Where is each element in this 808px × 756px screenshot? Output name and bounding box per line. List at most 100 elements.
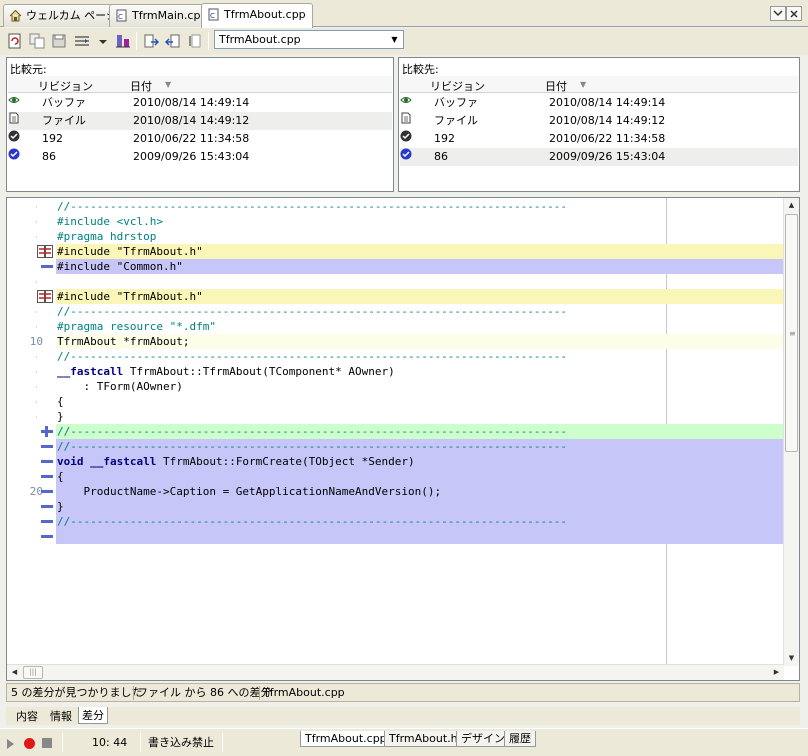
tab-diff[interactable]: 差分 (78, 707, 108, 724)
gutter-line: · (7, 364, 55, 379)
revision-date: 2010/06/22 11:34:58 (549, 132, 666, 145)
next-diff-button[interactable] (142, 32, 160, 50)
code-line[interactable]: { (56, 469, 784, 484)
check-blue-icon (400, 148, 412, 160)
vertical-scrollbar[interactable]: ▲ ≡ ▼ (783, 198, 799, 666)
code-line[interactable] (56, 274, 784, 289)
revision-name: バッファ (434, 96, 478, 109)
save-button[interactable] (50, 32, 68, 50)
code-line[interactable]: __fastcall TfrmAbout::TfrmAbout(TCompone… (56, 364, 784, 379)
tab-tfrmabout-cpp[interactable]: C TfrmAbout.cpp (201, 3, 313, 28)
revision-row[interactable]: 192 2010/06/22 11:34:58 (400, 130, 798, 148)
code-line[interactable]: void __fastcall TfrmAbout::FormCreate(TO… (56, 454, 784, 469)
gutter-line: · (7, 229, 55, 244)
code-line[interactable]: //--------------------------------------… (56, 304, 784, 319)
tab-list-button[interactable] (770, 6, 786, 21)
revision-date: 2010/08/14 14:49:14 (133, 96, 250, 109)
code-line[interactable]: #include "Common.h" (56, 259, 784, 274)
code-line[interactable]: //--------------------------------------… (56, 199, 784, 214)
revision-name: ファイル (434, 114, 478, 127)
code-line[interactable]: TfrmAbout *frmAbout; (56, 334, 784, 349)
scroll-thumb[interactable]: ≡ (785, 214, 798, 452)
file-icon (401, 112, 411, 124)
code-line[interactable]: //--------------------------------------… (56, 349, 784, 364)
file-tab-history[interactable]: 履歴 (504, 731, 536, 747)
revision-row[interactable]: ファイル 2010/08/14 14:49:12 (400, 112, 798, 130)
revision-date: 2010/08/14 14:49:14 (549, 96, 666, 109)
deleted-line-icon (41, 505, 53, 508)
file-tab-header[interactable]: TfrmAbout.h (384, 731, 463, 747)
code-keyword: void __fastcall (57, 455, 157, 468)
code-area[interactable]: //--------------------------------------… (56, 198, 784, 666)
gutter-dot: · (35, 308, 38, 317)
close-tab-button[interactable] (786, 6, 802, 21)
play-macro-icon[interactable] (7, 739, 14, 749)
tab-label: 差分 (82, 709, 104, 722)
tab-info[interactable]: 情報 (46, 707, 76, 724)
view-mode-button[interactable] (114, 32, 132, 50)
revision-row[interactable]: 86 2009/09/26 15:43:04 (8, 148, 392, 166)
column-header-revision[interactable]: リビジョン (430, 78, 485, 94)
code-line[interactable]: #include "TfrmAbout.h" (56, 289, 784, 304)
toolbar-separator (208, 32, 209, 50)
prev-diff-button[interactable] (164, 32, 182, 50)
chevron-down-icon[interactable]: ▼ (387, 32, 402, 47)
code-line[interactable]: #include <vcl.h> (56, 214, 784, 229)
code-line[interactable]: ProductName->Caption = GetApplicationNam… (56, 484, 784, 499)
tab-contents[interactable]: 内容 (12, 707, 42, 724)
code-line[interactable]: : TForm(AOwner) (56, 379, 784, 394)
revision-row[interactable]: 86 2009/09/26 15:43:04 (400, 148, 798, 166)
file-tab-design[interactable]: デザイン (456, 731, 510, 747)
code-line[interactable]: { (56, 394, 784, 409)
column-header-date[interactable]: 日付 (545, 78, 567, 94)
deleted-line-icon (41, 520, 53, 523)
file-select[interactable]: TfrmAbout.cpp ▼ (214, 30, 404, 49)
code-line[interactable] (56, 529, 784, 544)
gutter-line: 10 (7, 334, 55, 349)
horizontal-scrollbar[interactable]: ◀ ||| ▶ (7, 664, 784, 680)
line-number: 10 (29, 335, 43, 348)
code-line[interactable]: } (56, 409, 784, 424)
file-tab-cpp[interactable]: TfrmAbout.cpp (300, 731, 392, 747)
column-header-date[interactable]: 日付 (130, 78, 152, 94)
tab-label: TfrmAbout.cpp (224, 8, 306, 21)
tab-welcome-page[interactable]: ウェルカム ページ (3, 4, 124, 27)
panel-title: 比較元: (10, 63, 47, 76)
copy-button[interactable] (28, 32, 46, 50)
code-line[interactable]: //--------------------------------------… (56, 439, 784, 454)
copy-icon (29, 33, 45, 49)
revision-row[interactable]: ファイル 2010/08/14 14:49:12 (8, 112, 392, 130)
deleted-line-icon (41, 490, 53, 493)
scroll-right-arrow-icon[interactable]: ▶ (769, 665, 784, 680)
scroll-left-arrow-icon[interactable]: ◀ (7, 665, 22, 680)
tab-tfrmmain-cpp[interactable]: C TfrmMain.cpp (109, 4, 215, 27)
code-line[interactable]: //--------------------------------------… (56, 424, 784, 439)
revision-row[interactable]: 192 2010/06/22 11:34:58 (8, 130, 392, 148)
code-line[interactable]: //--------------------------------------… (56, 514, 784, 529)
revision-row[interactable]: バッファ 2010/08/14 14:49:14 (8, 94, 392, 112)
tab-label: 履歴 (509, 732, 531, 745)
revision-row[interactable]: バッファ 2010/08/14 14:49:14 (400, 94, 798, 112)
tab-label: 情報 (50, 710, 72, 723)
status-file-name: TfrmAbout.cpp (263, 686, 345, 699)
options-button[interactable] (73, 32, 91, 50)
gutter-line (7, 499, 55, 514)
refresh-button[interactable] (6, 32, 24, 50)
gutter-line: · (7, 349, 55, 364)
code-line[interactable]: #pragma hdrstop (56, 229, 784, 244)
sync-button[interactable] (186, 32, 204, 50)
record-macro-icon[interactable] (24, 738, 35, 749)
code-line[interactable]: #pragma resource "*.dfm" (56, 319, 784, 334)
column-header-revision[interactable]: リビジョン (38, 78, 93, 94)
revision-name: 192 (434, 132, 455, 145)
scroll-down-arrow-icon[interactable]: ▼ (784, 651, 799, 666)
code-line[interactable]: #include "TfrmAbout.h" (56, 244, 784, 259)
options-dropdown-button[interactable] (94, 32, 107, 50)
tab-label: TfrmAbout.cpp (305, 732, 387, 745)
stop-macro-icon[interactable] (42, 738, 52, 748)
scroll-up-arrow-icon[interactable]: ▲ (784, 198, 799, 213)
code-line[interactable]: } (56, 499, 784, 514)
added-line-icon (45, 426, 48, 437)
scroll-thumb[interactable]: ||| (23, 666, 43, 679)
diff-editor[interactable]: · · · · · · 10 · · · · · 20 //----------------------… (6, 197, 800, 681)
